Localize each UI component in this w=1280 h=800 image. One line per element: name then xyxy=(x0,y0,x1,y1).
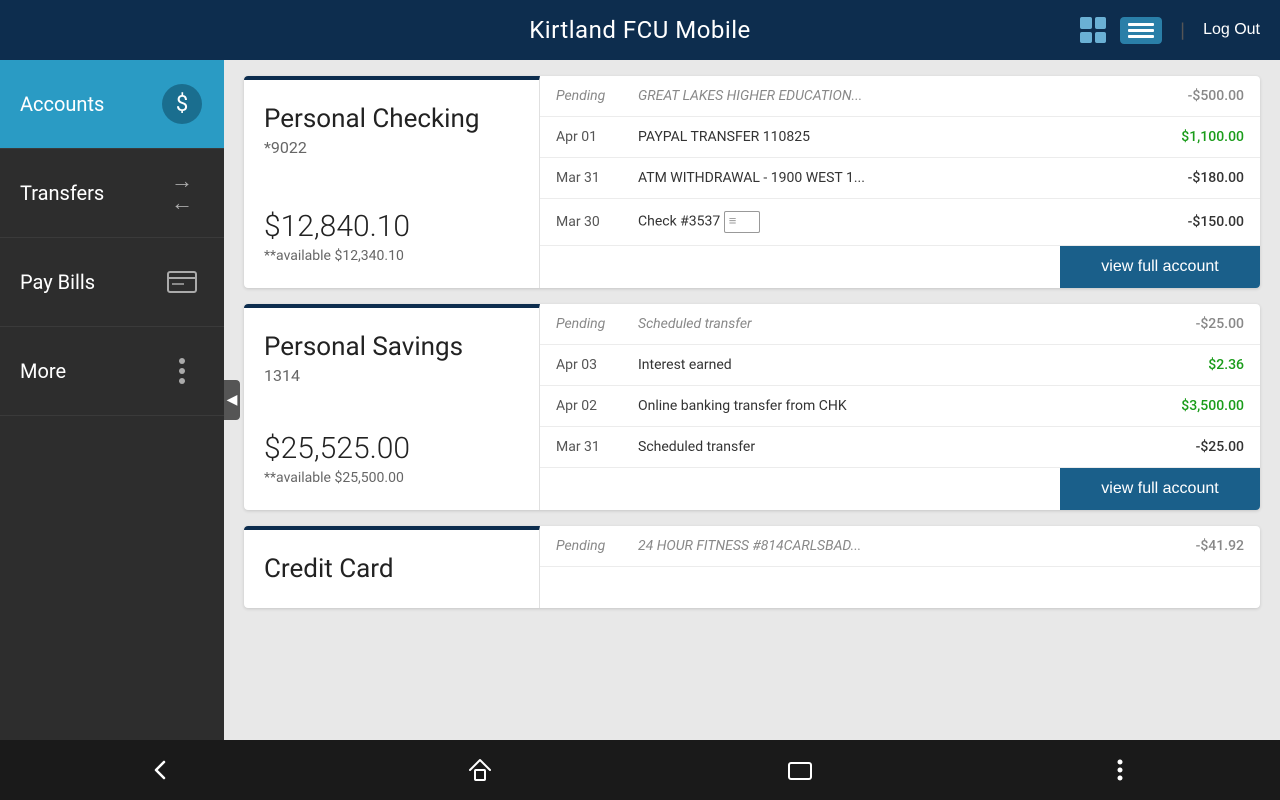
account-card-checking: Personal Checking *9022 $12,840.10 **ava… xyxy=(244,76,1260,288)
credit-account-name: Credit Card xyxy=(264,554,519,584)
account-info-credit: Credit Card xyxy=(244,526,540,608)
credit-transactions: Pending 24 HOUR FITNESS #814CARLSBAD... … xyxy=(540,526,1260,608)
list-view-button[interactable] xyxy=(1120,17,1162,44)
account-card-credit: Credit Card Pending 24 HOUR FITNESS #814… xyxy=(244,526,1260,608)
sidebar-collapse-button[interactable]: ◀ xyxy=(224,380,240,420)
sidebar-item-paybills[interactable]: Pay Bills xyxy=(0,238,224,327)
table-row: Apr 03 Interest earned $2.36 xyxy=(540,345,1260,386)
account-info-savings: Personal Savings 1314 $25,525.00 **avail… xyxy=(244,304,540,510)
view-full-account-checking-button[interactable]: view full account xyxy=(1060,246,1260,288)
accounts-icon: $ xyxy=(160,82,204,126)
sidebar-item-more[interactable]: More xyxy=(0,327,224,416)
table-row: Apr 01 PAYPAL TRANSFER 110825 $1,100.00 xyxy=(540,117,1260,158)
more-icon xyxy=(160,349,204,393)
back-button[interactable] xyxy=(130,750,190,790)
sidebar-item-accounts[interactable]: Accounts $ xyxy=(0,60,224,149)
grid-view-button[interactable] xyxy=(1076,13,1110,47)
sidebar: Accounts $ Transfers → ← Pay Bills xyxy=(0,60,224,740)
account-card-savings: Personal Savings 1314 $25,525.00 **avail… xyxy=(244,304,1260,510)
app-body: Accounts $ Transfers → ← Pay Bills xyxy=(0,60,1280,740)
home-icon xyxy=(466,756,494,784)
main-content: Personal Checking *9022 $12,840.10 **ava… xyxy=(224,60,1280,740)
credit-transaction-list: Pending 24 HOUR FITNESS #814CARLSBAD... … xyxy=(540,526,1260,608)
header-actions: | Log Out xyxy=(1076,13,1260,47)
recents-icon xyxy=(786,756,814,784)
savings-balance: $25,525.00 xyxy=(264,411,519,466)
table-row: Pending GREAT LAKES HIGHER EDUCATION... … xyxy=(540,76,1260,117)
table-row: Mar 31 Scheduled transfer -$25.00 xyxy=(540,427,1260,468)
table-row: Mar 31 ATM WITHDRAWAL - 1900 WEST 1... -… xyxy=(540,158,1260,199)
check-label: Check #3537 xyxy=(638,214,720,230)
savings-account-number: 1314 xyxy=(264,366,519,385)
checking-transactions: Pending GREAT LAKES HIGHER EDUCATION... … xyxy=(540,76,1260,288)
savings-transactions: Pending Scheduled transfer -$25.00 Apr 0… xyxy=(540,304,1260,510)
back-icon xyxy=(146,756,174,784)
app-title: Kirtland FCU Mobile xyxy=(529,16,751,44)
account-info-checking: Personal Checking *9022 $12,840.10 **ava… xyxy=(244,76,540,288)
bottom-navigation xyxy=(0,740,1280,800)
view-full-account-savings-button[interactable]: view full account xyxy=(1060,468,1260,510)
recents-button[interactable] xyxy=(770,750,830,790)
logout-button[interactable]: Log Out xyxy=(1203,21,1260,39)
sidebar-item-transfers[interactable]: Transfers → ← xyxy=(0,149,224,238)
savings-available: **available $25,500.00 xyxy=(264,470,519,486)
checking-available: **available $12,340.10 xyxy=(264,248,519,264)
table-row: Pending Scheduled transfer -$25.00 xyxy=(540,304,1260,345)
checking-transaction-list: Pending GREAT LAKES HIGHER EDUCATION... … xyxy=(540,76,1260,246)
overflow-icon xyxy=(1117,758,1123,782)
check-image-icon xyxy=(724,211,760,233)
savings-transaction-list: Pending Scheduled transfer -$25.00 Apr 0… xyxy=(540,304,1260,468)
header-divider: | xyxy=(1180,18,1185,42)
grid-icon xyxy=(1080,17,1106,43)
checking-balance: $12,840.10 xyxy=(264,189,519,244)
table-row: Pending 24 HOUR FITNESS #814CARLSBAD... … xyxy=(540,526,1260,567)
savings-account-name: Personal Savings xyxy=(264,332,519,362)
checking-account-name: Personal Checking xyxy=(264,104,519,134)
overflow-menu-button[interactable] xyxy=(1090,750,1150,790)
home-button[interactable] xyxy=(450,750,510,790)
app-header: Kirtland FCU Mobile | Log Out xyxy=(0,0,1280,60)
checking-account-number: *9022 xyxy=(264,138,519,157)
transfers-icon: → ← xyxy=(160,171,204,215)
table-row: Apr 02 Online banking transfer from CHK … xyxy=(540,386,1260,427)
table-row: Mar 30 Check #3537 -$150.00 xyxy=(540,199,1260,246)
paybills-icon xyxy=(160,260,204,304)
